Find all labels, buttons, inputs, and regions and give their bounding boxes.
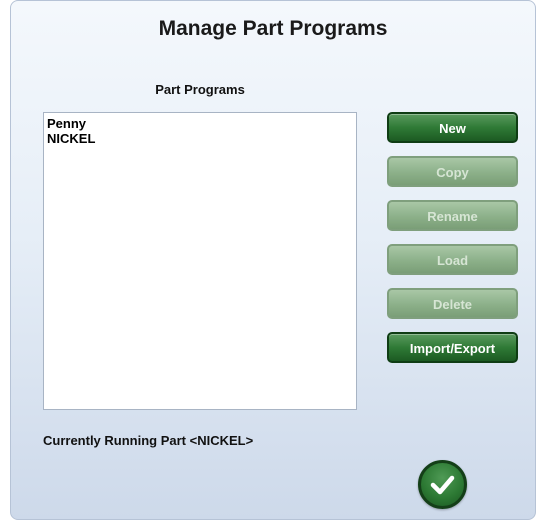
copy-button[interactable]: Copy bbox=[387, 156, 518, 187]
import-export-button[interactable]: Import/Export bbox=[387, 332, 518, 363]
new-button[interactable]: New bbox=[387, 112, 518, 143]
currently-running-part-status: Currently Running Part <NICKEL> bbox=[43, 433, 254, 448]
part-programs-list[interactable]: Penny NICKEL bbox=[43, 112, 357, 410]
load-button[interactable]: Load bbox=[387, 244, 518, 275]
checkmark-icon bbox=[430, 475, 455, 495]
part-programs-label: Part Programs bbox=[155, 82, 245, 97]
dialog-title: Manage Part Programs bbox=[158, 17, 388, 40]
delete-button[interactable]: Delete bbox=[387, 288, 518, 319]
list-item-penny[interactable]: Penny bbox=[47, 116, 353, 131]
list-item-nickel[interactable]: NICKEL bbox=[47, 131, 353, 146]
rename-button[interactable]: Rename bbox=[387, 200, 518, 231]
manage-part-programs-dialog: Manage Part Programs Part Programs Penny… bbox=[10, 0, 536, 520]
ok-button[interactable] bbox=[418, 460, 467, 509]
